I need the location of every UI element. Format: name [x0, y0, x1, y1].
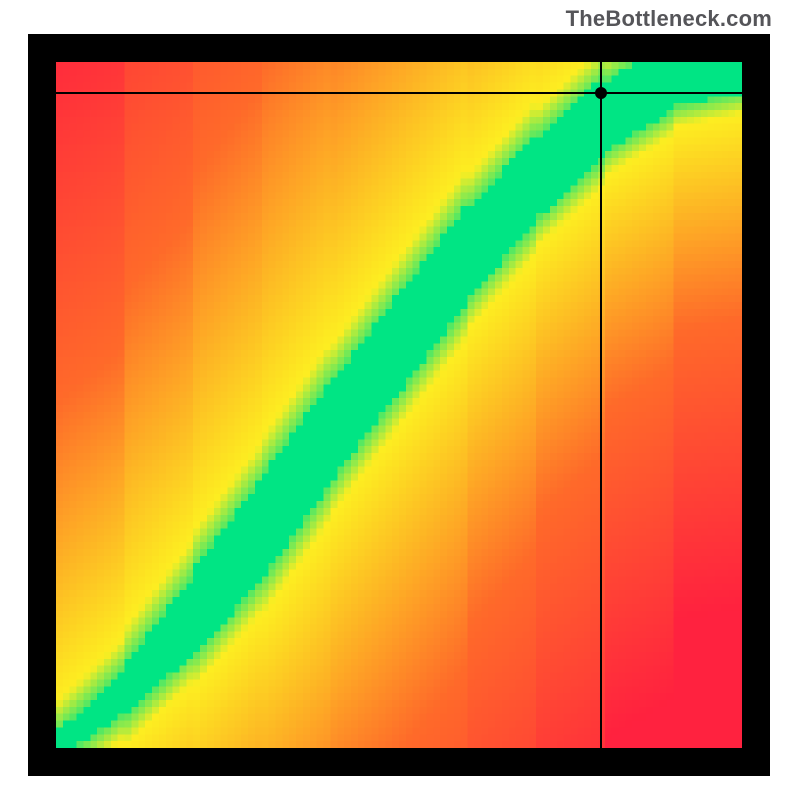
plot-frame	[28, 34, 770, 776]
heatmap-canvas	[56, 62, 742, 748]
crosshair-marker	[595, 87, 607, 99]
chart-stage: TheBottleneck.com	[0, 0, 800, 800]
guide-vertical	[600, 62, 602, 748]
watermark-text: TheBottleneck.com	[566, 6, 772, 32]
guide-horizontal	[56, 92, 742, 94]
